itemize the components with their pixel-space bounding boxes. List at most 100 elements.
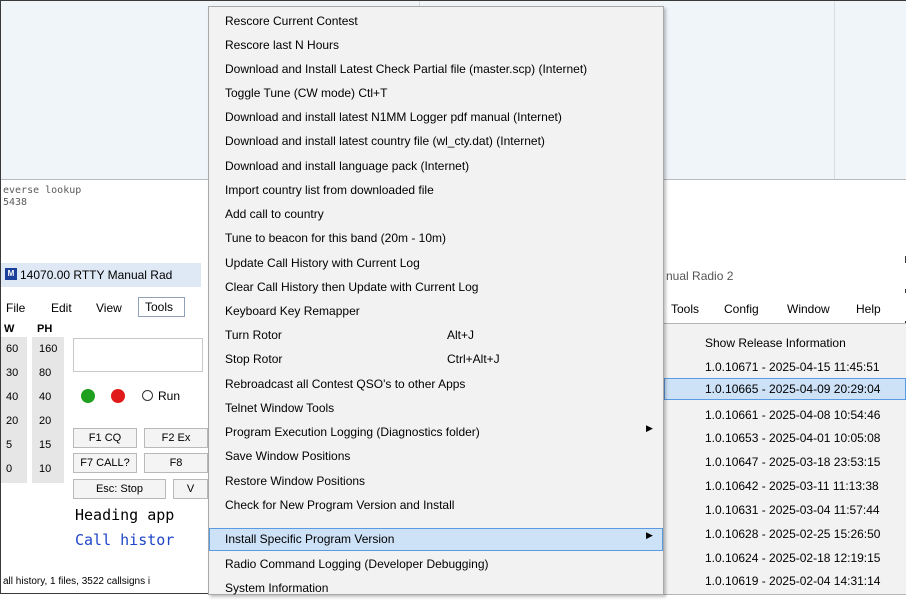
menu-item-toggle-tune[interactable]: Toggle Tune (CW mode) Ctl+T [209,82,663,105]
f8-button[interactable]: F8 [144,453,208,473]
menu-item-label: 1.0.10631 - 2025-03-04 11:57:44 [705,503,880,517]
menu-item-label: Download and install latest country file… [225,134,545,148]
menu-item-label: Show Release Information [705,336,846,350]
menu-item-label: Rescore last N Hours [225,38,340,52]
menu-item-label: 1.0.10653 - 2025-04-01 10:05:08 [705,431,881,445]
menu-item-label: Toggle Tune (CW mode) Ctl+T [225,86,388,100]
menu-item-rebroadcast-qsos[interactable]: Rebroadcast all Contest QSO's to other A… [209,373,663,396]
esc-stop-button[interactable]: Esc: Stop [73,479,166,499]
menu-item-download-scp[interactable]: Download and Install Latest Check Partia… [209,58,663,81]
band-count: 20 [39,415,52,427]
menu-item-restore-window-positions[interactable]: Restore Window Positions [209,470,663,493]
menu-item-add-call-to-country[interactable]: Add call to country [209,203,663,226]
radio2-menu-help[interactable]: Help [856,302,881,316]
version-item[interactable]: 1.0.10628 - 2025-02-25 15:26:50 [664,523,906,545]
grid-line [834,1,835,179]
menu-item-shortcut: Ctrl+Alt+J [447,352,500,366]
tools-dropdown-menu: Rescore Current Contest Rescore last N H… [208,6,664,595]
reverse-lookup-value: 5438 [3,197,28,208]
callsign-input[interactable] [73,338,203,372]
menu-item-label: Restore Window Positions [225,474,366,488]
radio2-window-titlebar[interactable]: nual Radio 2 [664,263,906,289]
band-count: 40 [39,391,52,403]
menu-item-import-country-list[interactable]: Import country list from downloaded file [209,179,663,202]
menu-item-tune-to-beacon[interactable]: Tune to beacon for this band (20m - 10m) [209,227,663,250]
menu-item-label: 1.0.10665 - 2025-04-09 20:29:04 [705,382,881,396]
menu-item-check-new-version[interactable]: Check for New Program Version and Instal… [209,494,663,517]
menu-item-label: Program Execution Logging (Diagnostics f… [225,425,480,439]
f2-exchange-button[interactable]: F2 Ex [144,428,208,448]
entry-window-title: 14070.00 RTTY Manual Rad [20,268,173,282]
radio2-menu-window[interactable]: Window [787,302,830,316]
band-header-cw: W [4,323,15,335]
menu-item-stop-rotor[interactable]: Stop Rotor Ctrl+Alt+J [209,348,663,371]
f1-cq-button[interactable]: F1 CQ [73,428,137,448]
menu-item-label: Turn Rotor [225,328,282,342]
menu-item-download-country-file[interactable]: Download and install latest country file… [209,130,663,153]
menu-item-rescore-contest[interactable]: Rescore Current Contest [209,10,663,33]
menu-item-system-information[interactable]: System Information [209,577,663,600]
version-item[interactable]: 1.0.10631 - 2025-03-04 11:57:44 [664,499,906,521]
version-item-highlighted[interactable]: 1.0.10665 - 2025-04-09 20:29:04 [664,378,906,400]
red-led-icon [111,389,125,403]
run-radio[interactable] [142,390,153,401]
status-bar-text: all history, 1 files, 3522 callsigns i [3,576,151,587]
radio2-window-title: nual Radio 2 [666,269,734,283]
submenu-arrow-icon: ▶ [646,423,653,433]
band-count: 60 [6,343,19,355]
menu-item-save-window-positions[interactable]: Save Window Positions [209,445,663,468]
menu-item-label: Rebroadcast all Contest QSO's to other A… [225,377,466,391]
menu-item-telnet-tools[interactable]: Telnet Window Tools [209,397,663,420]
band-count: 5 [6,439,13,451]
menu-item-label: Telnet Window Tools [225,401,335,415]
show-release-info-item[interactable]: Show Release Information [664,332,906,354]
f7-call-button[interactable]: F7 CALL? [73,453,137,473]
menu-file[interactable]: File [6,301,25,315]
menu-item-install-specific-version[interactable]: Install Specific Program Version ▶ [209,528,663,551]
submenu-arrow-icon: ▶ [646,530,653,540]
band-count: 160 [39,343,58,355]
app-icon: M [5,268,17,280]
menu-item-label: 1.0.10671 - 2025-04-15 11:45:51 [705,360,880,374]
menu-edit[interactable]: Edit [51,301,72,315]
menu-item-key-remapper[interactable]: Keyboard Key Remapper [209,300,663,323]
radio2-menu-tools[interactable]: Tools [671,302,699,316]
band-count: 20 [6,415,19,427]
version-item[interactable]: 1.0.10642 - 2025-03-11 11:13:38 [664,475,906,497]
version-item[interactable]: 1.0.10671 - 2025-04-15 11:45:51 [664,356,906,378]
menu-item-update-call-history[interactable]: Update Call History with Current Log [209,252,663,275]
menu-item-label: 1.0.10624 - 2025-02-18 12:19:15 [705,551,881,565]
band-count: 15 [39,439,52,451]
version-item[interactable]: 1.0.10653 - 2025-04-01 10:05:08 [664,427,906,449]
radio2-menu-config[interactable]: Config [724,302,759,316]
band-count: 80 [39,367,52,379]
partial-button[interactable]: V [173,479,208,499]
menu-item-label: Stop Rotor [225,352,283,366]
version-item[interactable]: 1.0.10624 - 2025-02-18 12:19:15 [664,547,906,569]
menu-item-label: Import country list from downloaded file [225,183,434,197]
menu-item-label: 1.0.10661 - 2025-04-08 10:54:46 [705,408,881,422]
menu-item-label: Radio Command Logging (Developer Debuggi… [225,557,489,571]
band-count: 0 [6,463,13,475]
menu-item-radio-command-logging[interactable]: Radio Command Logging (Developer Debuggi… [209,553,663,576]
menu-item-label: Check for New Program Version and Instal… [225,498,455,512]
menu-item-label: Install Specific Program Version [225,532,395,546]
menu-item-download-language-pack[interactable]: Download and install language pack (Inte… [209,155,663,178]
menu-item-execution-logging[interactable]: Program Execution Logging (Diagnostics f… [209,421,663,444]
version-item[interactable]: 1.0.10661 - 2025-04-08 10:54:46 [664,404,906,426]
menu-item-label: 1.0.10628 - 2025-02-25 15:26:50 [705,527,881,541]
menu-item-label: 1.0.10642 - 2025-03-11 11:13:38 [705,479,879,493]
menu-item-label: 1.0.10647 - 2025-03-18 23:53:15 [705,455,881,469]
menu-item-clear-call-history[interactable]: Clear Call History then Update with Curr… [209,276,663,299]
menu-item-label: Rescore Current Contest [225,14,358,28]
menu-item-label: 1.0.10619 - 2025-02-04 14:31:14 [705,574,881,588]
version-item[interactable]: 1.0.10619 - 2025-02-04 14:31:14 [664,570,906,592]
menu-item-download-manual[interactable]: Download and install latest N1MM Logger … [209,106,663,129]
band-count: 40 [6,391,19,403]
menu-tools-active[interactable]: Tools [138,297,185,317]
menu-item-rescore-hours[interactable]: Rescore last N Hours [209,34,663,57]
menu-item-turn-rotor[interactable]: Turn Rotor Alt+J [209,324,663,347]
entry-window-titlebar[interactable]: M 14070.00 RTTY Manual Rad [1,263,201,287]
version-item[interactable]: 1.0.10647 - 2025-03-18 23:53:15 [664,451,906,473]
menu-view[interactable]: View [96,301,122,315]
